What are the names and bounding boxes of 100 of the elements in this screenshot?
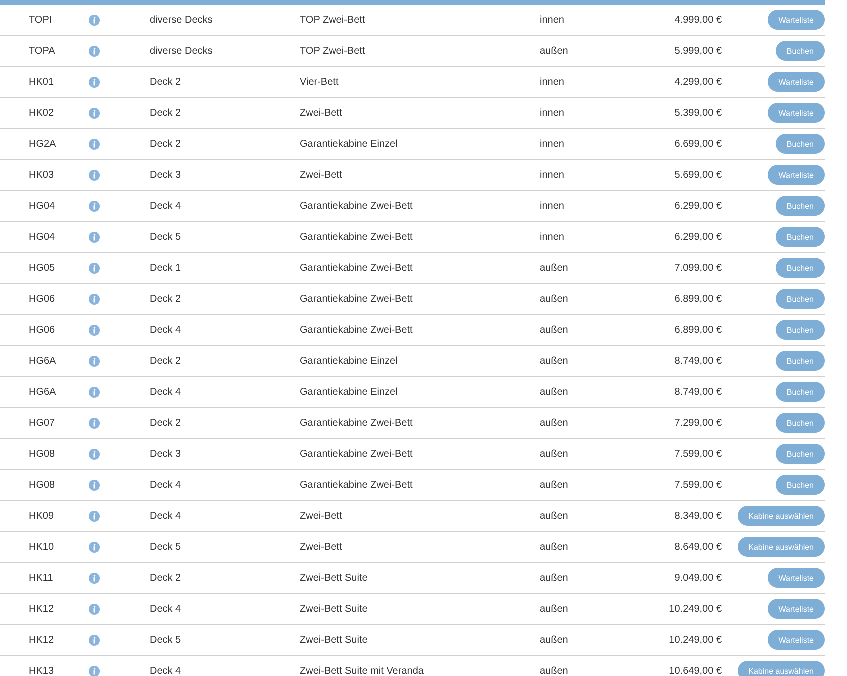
deck-cell: Deck 2 [150, 572, 182, 584]
cabin-code: HG08 [29, 448, 56, 460]
cabin-type: Zwei-Bett [300, 108, 342, 118]
info-icon[interactable] [89, 448, 100, 460]
action-button[interactable]: Buchen [776, 320, 825, 340]
info-icon[interactable] [89, 170, 100, 180]
info-icon[interactable] [89, 666, 100, 676]
price: 5.699,00 € [674, 170, 722, 180]
action-button[interactable]: Buchen [776, 41, 825, 61]
deck-cell: Deck 4 [150, 510, 182, 522]
deck-cell: Deck 3 [150, 170, 182, 180]
action-button[interactable]: Buchen [776, 289, 825, 309]
cabin-side: außen [540, 386, 568, 398]
info-icon[interactable] [89, 262, 100, 274]
cabin-code: HG2A [29, 138, 56, 150]
cabin-type: Garantiekabine Zwei-Bett [300, 418, 413, 428]
deck-cell: Deck 4 [150, 666, 182, 676]
info-icon[interactable] [89, 324, 100, 336]
deck-cell: Deck 4 [150, 200, 182, 212]
price: 7.099,00 € [674, 262, 722, 274]
price: 7.599,00 € [674, 448, 722, 460]
info-icon[interactable] [89, 200, 100, 212]
price: 8.349,00 € [674, 510, 722, 522]
action-button[interactable]: Warteliste [768, 72, 825, 92]
cabin-type: Garantiekabine Zwei-Bett [300, 232, 413, 242]
action-button[interactable]: Warteliste [768, 103, 825, 123]
cabin-code: HG08 [29, 480, 56, 490]
info-icon[interactable] [89, 480, 100, 490]
cabin-code: HG07 [29, 418, 56, 428]
info-icon[interactable] [89, 46, 100, 56]
cabin-side: außen [540, 666, 568, 676]
cabin-side: außen [540, 294, 568, 304]
cabin-type: Garantiekabine Zwei-Bett [300, 480, 413, 490]
price: 4.299,00 € [674, 76, 722, 88]
deck-cell: Deck 2 [150, 76, 182, 88]
cabin-type: Vier-Bett [300, 76, 339, 88]
cabin-side: innen [540, 232, 564, 242]
action-button[interactable]: Warteliste [768, 10, 825, 30]
action-button[interactable]: Buchen [776, 258, 825, 278]
cabin-side: innen [540, 14, 564, 26]
action-button[interactable]: Buchen [776, 413, 825, 433]
cabin-code: HG06 [29, 294, 56, 304]
action-button[interactable]: Kabine auswählen [738, 537, 825, 557]
action-button[interactable]: Warteliste [768, 630, 825, 650]
cabin-code: TOPI [29, 14, 52, 26]
cabin-side: außen [540, 542, 568, 552]
price: 7.299,00 € [674, 418, 722, 428]
action-button[interactable]: Warteliste [768, 165, 825, 185]
cabin-side: außen [540, 510, 568, 522]
cabin-type: Garantiekabine Zwei-Bett [300, 262, 413, 274]
action-button[interactable]: Buchen [776, 196, 825, 216]
cabin-code: HG05 [29, 262, 56, 274]
cabin-code: HG6A [29, 386, 56, 398]
info-icon[interactable] [89, 542, 100, 552]
action-button[interactable]: Kabine auswählen [738, 661, 825, 676]
deck-cell: Deck 4 [150, 386, 182, 398]
deck-cell: Deck 2 [150, 356, 182, 366]
action-button[interactable]: Kabine auswählen [738, 506, 825, 526]
info-icon[interactable] [89, 138, 100, 150]
deck-cell: Deck 3 [150, 448, 182, 460]
deck-cell: Deck 5 [150, 232, 182, 242]
cabin-side: innen [540, 170, 564, 180]
action-button[interactable]: Buchen [776, 382, 825, 402]
action-button[interactable]: Warteliste [768, 568, 825, 588]
info-icon[interactable] [89, 572, 100, 584]
info-icon[interactable] [89, 604, 100, 614]
info-icon[interactable] [89, 386, 100, 398]
info-icon[interactable] [89, 634, 100, 646]
info-icon[interactable] [89, 108, 100, 118]
action-button[interactable]: Buchen [776, 444, 825, 464]
deck-cell: Deck 4 [150, 324, 182, 336]
action-button[interactable]: Buchen [776, 351, 825, 371]
action-button[interactable]: Warteliste [768, 599, 825, 619]
cabin-type: Zwei-Bett Suite [300, 572, 368, 584]
info-icon[interactable] [89, 418, 100, 428]
info-icon[interactable] [89, 510, 100, 522]
cabin-side: außen [540, 356, 568, 366]
action-button[interactable]: Buchen [776, 134, 825, 154]
price: 5.399,00 € [674, 108, 722, 118]
info-icon[interactable] [89, 76, 100, 88]
price: 6.299,00 € [674, 232, 722, 242]
cabin-side: außen [540, 480, 568, 490]
action-button[interactable]: Buchen [776, 475, 825, 495]
cabin-code: HG04 [29, 200, 56, 212]
cabin-type: Zwei-Bett [300, 510, 342, 522]
info-icon[interactable] [89, 232, 100, 242]
action-button[interactable]: Buchen [776, 227, 825, 247]
info-icon[interactable] [89, 356, 100, 366]
cabin-code: HK01 [29, 76, 54, 88]
price: 6.699,00 € [674, 138, 722, 150]
info-icon[interactable] [89, 294, 100, 304]
cabin-code: TOPA [29, 46, 56, 56]
price: 8.649,00 € [674, 542, 722, 552]
deck-cell: Deck 4 [150, 480, 182, 490]
price: 4.999,00 € [674, 14, 722, 26]
cabin-type: Garantiekabine Zwei-Bett [300, 294, 413, 304]
price: 6.299,00 € [674, 200, 722, 212]
cabin-type: Garantiekabine Einzel [300, 138, 398, 150]
info-icon[interactable] [89, 14, 100, 26]
cabin-side: außen [540, 604, 568, 614]
